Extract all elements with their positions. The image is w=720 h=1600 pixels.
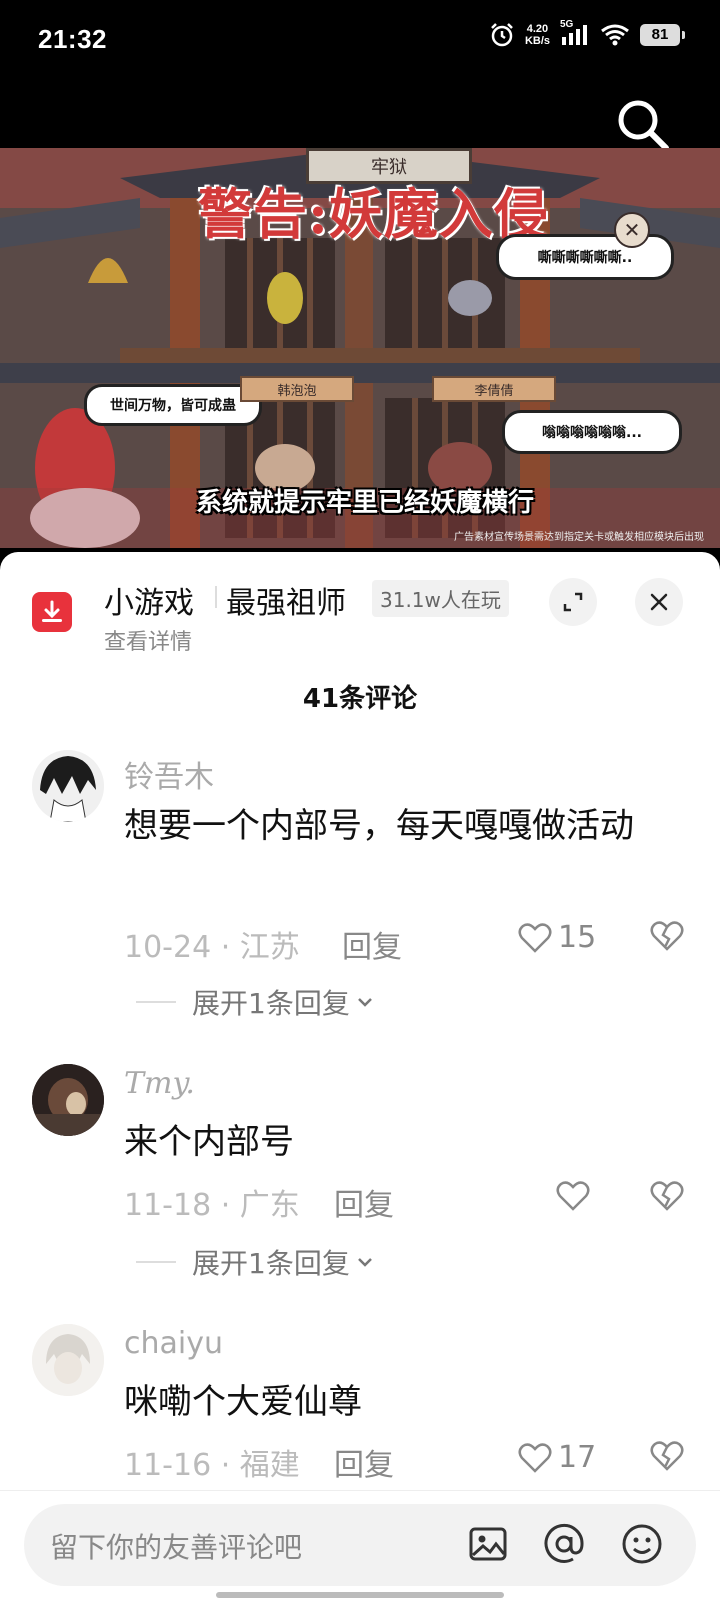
expand-replies[interactable]: 展开1条回复	[136, 982, 376, 1022]
username[interactable]: chaiyu	[124, 1326, 223, 1361]
expand-replies[interactable]: 展开1条回复	[136, 1242, 376, 1282]
wifi-icon	[601, 24, 629, 46]
avatar[interactable]	[32, 750, 104, 822]
status-bar: 21:32 4.20 KB/s 5G 81	[0, 0, 720, 80]
broken-heart-icon	[650, 1181, 684, 1211]
avatar-image	[32, 1324, 104, 1396]
dislike-button[interactable]	[650, 1180, 684, 1216]
search-button[interactable]	[614, 96, 672, 154]
game-info[interactable]: 小游戏 最强祖师 31.1w人在玩 查看详情	[0, 552, 720, 662]
comment-meta: 11-18 · 广东	[124, 1188, 300, 1223]
mention-button[interactable]	[542, 1522, 586, 1566]
avatar[interactable]	[32, 1324, 104, 1396]
status-icons: 4.20 KB/s 5G 81	[489, 19, 685, 48]
speech-bubble-right: 嗡嗡嗡嗡嗡嗡...	[502, 410, 682, 454]
speech-top-text: 嘶嘶嘶嘶嘶嘶..	[537, 250, 633, 266]
close-ad-icon[interactable]: ✕	[614, 212, 650, 248]
username[interactable]: 铃吾木	[124, 752, 214, 796]
mini-game-icon	[42, 600, 62, 622]
alarm-icon	[491, 23, 513, 47]
reply-button[interactable]: 回复	[334, 1180, 394, 1224]
divider	[215, 586, 217, 608]
chevron-down-icon	[357, 998, 372, 1007]
username[interactable]: Tmy.	[124, 1066, 195, 1101]
comment-text: 来个内部号	[124, 1122, 294, 1162]
status-time: 21:32	[38, 24, 107, 54]
close-icon	[650, 593, 668, 611]
cellular-signal: 5G	[560, 19, 590, 47]
expand-line	[136, 1001, 176, 1003]
speech-right-text: 嗡嗡嗡嗡嗡嗡...	[542, 425, 642, 441]
avatar[interactable]	[32, 1064, 104, 1136]
signal-icon	[562, 25, 587, 45]
comment-input[interactable]: 留下你的友善评论吧	[24, 1504, 696, 1586]
expand-button[interactable]	[549, 578, 597, 626]
comment-text: 想要一个内部号，每天嘎嘎做活动	[124, 806, 634, 846]
reply-button[interactable]: 回复	[334, 1440, 394, 1484]
players-badge: 31.1w人在玩	[372, 580, 509, 617]
game-name: 最强祖师	[226, 586, 346, 621]
net-speed-value: 4.20	[526, 23, 549, 35]
speech-bubble-left: 世间万物，皆可成蛊	[84, 384, 262, 426]
broken-heart-icon	[650, 921, 684, 951]
image-icon	[469, 1527, 507, 1561]
video-subtitle: 系统就提示牢里已经妖魔横行	[196, 488, 535, 518]
dislike-button[interactable]	[650, 1440, 684, 1476]
at-icon	[544, 1523, 584, 1563]
comment-count: 41条评论	[302, 684, 418, 714]
heart-icon	[556, 1181, 590, 1211]
view-details-link[interactable]: 查看详情	[104, 624, 192, 656]
net-speed: 4.20 KB/s	[525, 23, 550, 47]
heart-icon	[518, 922, 552, 953]
battery-indicator: 81	[640, 24, 685, 46]
image-button[interactable]	[466, 1522, 510, 1566]
expand-replies-label: 展开1条回复	[192, 1247, 350, 1280]
comment-meta: 11-16 · 福建	[124, 1448, 300, 1483]
net-speed-unit: KB/s	[524, 35, 550, 47]
speech-left-text: 世间万物，皆可成蛊	[110, 398, 236, 414]
search-icon	[618, 100, 669, 151]
emoji-button[interactable]	[620, 1522, 664, 1566]
nameplate-left: 韩泡泡	[240, 376, 354, 402]
nameplate-left-text: 韩泡泡	[277, 383, 317, 399]
heart-icon	[518, 1442, 552, 1473]
banner-title: 警告:妖魔入侵	[198, 182, 549, 246]
divider	[0, 1490, 720, 1491]
comments-sheet: 小游戏 最强祖师 31.1w人在玩 查看详情 41条评论 铃吾木 想要一个内部号…	[0, 552, 720, 1600]
speech-bubble-top: 嘶嘶嘶嘶嘶嘶..	[496, 234, 674, 280]
ad-disclaimer: 广告素材宣传场景需达到指定关卡或触发相应模块后出现	[454, 532, 704, 543]
reply-button[interactable]: 回复	[342, 922, 402, 966]
game-icon	[32, 592, 72, 632]
nameplate-right: 李倩倩	[432, 376, 556, 402]
avatar-image	[32, 1064, 104, 1136]
comment-meta: 10-24 · 江苏	[124, 930, 300, 965]
nameplate-right-text: 李倩倩	[474, 383, 514, 399]
expand-replies-label: 展开1条回复	[192, 987, 350, 1020]
comment-item: Tmy. 来个内部号 11-18 · 广东 回复 展开1条回复	[0, 1062, 720, 1302]
comment-item: chaiyu 咪嘞个大爱仙尊 11-16 · 福建 回复 17	[0, 1322, 720, 1492]
comment-input-placeholder: 留下你的友善评论吧	[50, 1531, 303, 1564]
expand-line	[136, 1261, 176, 1263]
home-indicator[interactable]	[216, 1592, 504, 1598]
like-count: 15	[558, 920, 597, 955]
like-count: 17	[558, 1440, 597, 1475]
expand-icon	[563, 592, 583, 612]
game-type-label: 小游戏	[104, 586, 194, 621]
comment-item: 铃吾木 想要一个内部号，每天嘎嘎做活动 10-24 · 江苏 回复 15 展开1…	[0, 748, 720, 1048]
close-button[interactable]	[635, 578, 683, 626]
avatar-image	[32, 750, 104, 822]
broken-heart-icon	[650, 1441, 684, 1471]
video-player[interactable]: 牢狱 警告:妖魔入侵 嘶嘶嘶嘶嘶嘶.. 世间万物，皆可成蛊 嗡嗡嗡嗡嗡嗡... …	[0, 148, 720, 548]
dislike-button[interactable]	[650, 920, 684, 956]
comment-text: 咪嘞个大爱仙尊	[124, 1382, 362, 1422]
like-button[interactable]	[556, 1180, 590, 1212]
chevron-down-icon	[357, 1258, 372, 1267]
emoji-icon	[622, 1524, 662, 1564]
like-button[interactable]: 17	[518, 1440, 596, 1475]
like-button[interactable]: 15	[518, 920, 596, 955]
